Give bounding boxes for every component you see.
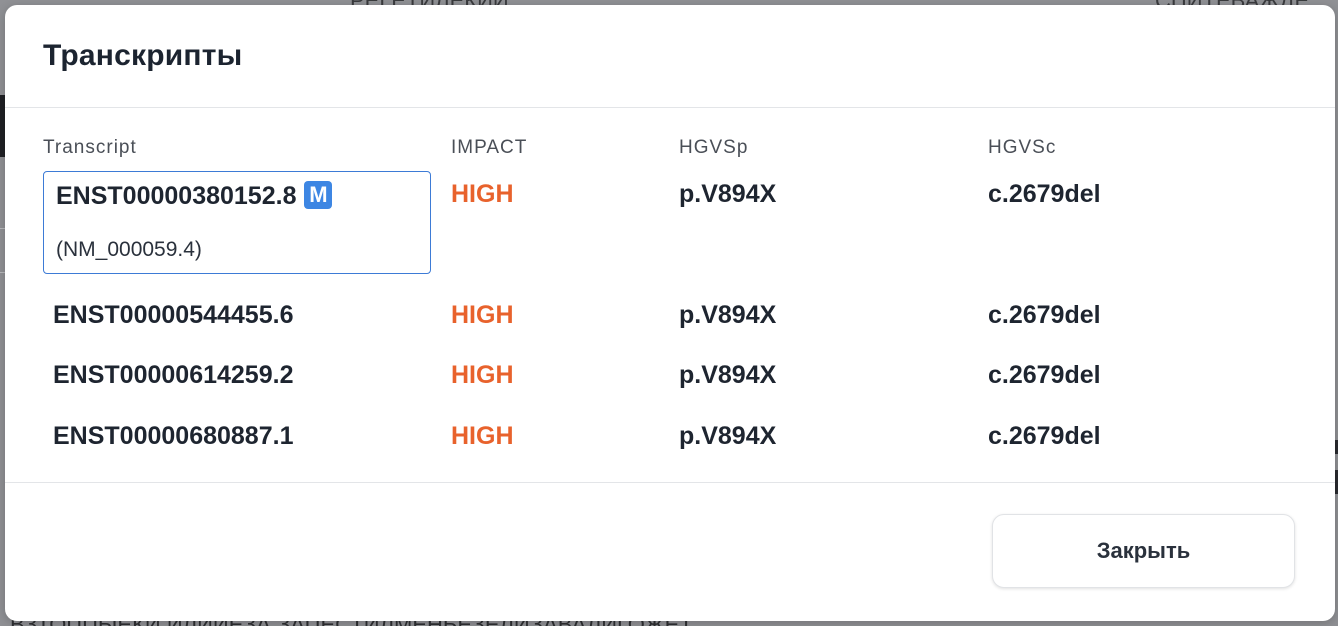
modal-footer: Закрыть	[5, 483, 1335, 620]
transcript-id: ENST00000614259.2	[53, 361, 294, 389]
transcript-id-text: ENST00000380152.8	[56, 182, 297, 210]
transcript-id: ENST00000680887.1	[53, 422, 294, 450]
modal-header: Транскрипты	[5, 5, 1335, 108]
close-button[interactable]: Закрыть	[992, 514, 1295, 588]
column-header-impact: IMPACT	[451, 137, 528, 158]
transcript-id: ENST00000380152.8 M	[56, 181, 333, 211]
column-header-transcript: Transcript	[43, 137, 137, 158]
column-header-hgvsc: HGVSc	[988, 137, 1057, 158]
hgvsc-value: c.2679del	[988, 301, 1101, 329]
hgvsp-value: p.V894X	[679, 180, 777, 208]
hgvsp-value: p.V894X	[679, 422, 777, 450]
refseq-id: (NM_000059.4)	[56, 238, 202, 261]
transcripts-modal: Транскрипты Transcript IMPACT HGVSp HGVS…	[5, 5, 1335, 621]
impact-value: HIGH	[451, 180, 514, 208]
selected-transcript-cell[interactable]: ENST00000380152.8 M (NM_000059.4)	[43, 171, 431, 274]
transcript-id: ENST00000544455.6	[53, 301, 294, 329]
modal-title: Транскрипты	[43, 39, 243, 72]
mane-badge: M	[304, 181, 333, 209]
impact-value: HIGH	[451, 422, 514, 450]
transcripts-table: Transcript IMPACT HGVSp HGVSc ENST000003…	[5, 108, 1335, 483]
column-header-hgvsp: HGVSp	[679, 137, 749, 158]
hgvsp-value: p.V894X	[679, 301, 777, 329]
hgvsc-value: c.2679del	[988, 422, 1101, 450]
impact-value: HIGH	[451, 301, 514, 329]
hgvsc-value: c.2679del	[988, 180, 1101, 208]
hgvsc-value: c.2679del	[988, 361, 1101, 389]
impact-value: HIGH	[451, 361, 514, 389]
hgvsp-value: p.V894X	[679, 361, 777, 389]
